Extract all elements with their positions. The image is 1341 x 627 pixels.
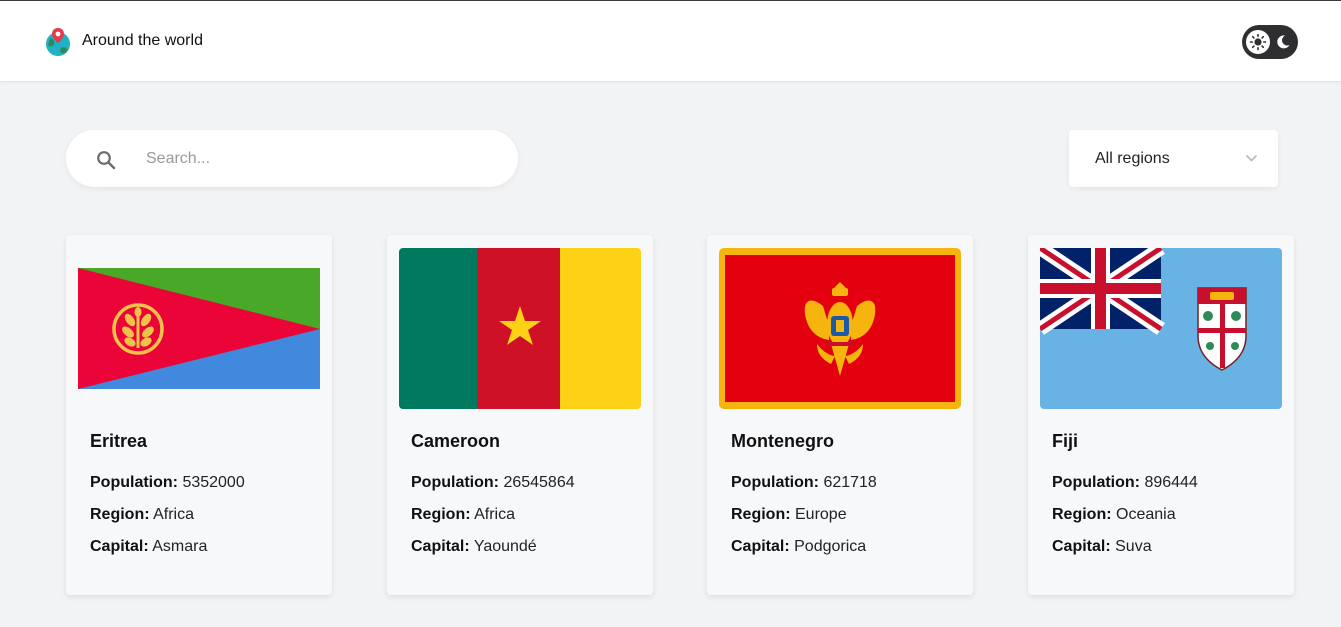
capital-value: Asmara — [152, 538, 208, 555]
capital-label: Capital: — [731, 538, 790, 555]
capital-label: Capital: — [1052, 538, 1111, 555]
country-card[interactable]: Cameroon Population: 26545864 Region: Af… — [387, 235, 653, 595]
country-name: Fiji — [1052, 431, 1078, 451]
country-card[interactable]: Montenegro Population: 621718 Region: Eu… — [707, 235, 973, 595]
moon-icon — [1277, 35, 1290, 49]
region-label: Region: — [90, 506, 150, 523]
chevron-down-icon — [1245, 154, 1258, 162]
app-header: Around the world — [0, 1, 1341, 82]
region-row: Region: Europe — [731, 506, 847, 524]
population-row: Population: 5352000 — [90, 474, 245, 492]
country-name: Cameroon — [411, 431, 501, 451]
capital-label: Capital: — [411, 538, 470, 555]
region-filter-dropdown[interactable]: All regions — [1069, 130, 1278, 187]
population-value: 26545864 — [503, 474, 575, 491]
flag-montenegro — [719, 248, 961, 409]
population-label: Population: — [1052, 474, 1140, 491]
region-row: Region: Oceania — [1052, 506, 1176, 524]
country-card[interactable]: Fiji Population: 896444 Region: Oceania … — [1028, 235, 1294, 595]
capital-value: Suva — [1115, 538, 1152, 555]
region-row: Region: Africa — [411, 506, 515, 524]
capital-row: Capital: Suva — [1052, 538, 1152, 556]
country-name: Eritrea — [90, 431, 148, 451]
population-label: Population: — [90, 474, 178, 491]
region-value: Europe — [795, 506, 847, 523]
flag-cameroon — [399, 248, 641, 409]
capital-label: Capital: — [90, 538, 149, 555]
search-icon — [97, 151, 116, 170]
sun-icon — [1249, 33, 1267, 51]
population-row: Population: 621718 — [731, 474, 877, 492]
population-label: Population: — [411, 474, 499, 491]
country-card[interactable]: Eritrea Population: 5352000 Region: Afri… — [66, 235, 332, 595]
flag-fiji — [1040, 248, 1282, 409]
globe-pin-logo-icon — [46, 28, 70, 56]
region-value: Africa — [153, 506, 195, 523]
search-input[interactable] — [146, 146, 486, 172]
region-label: Region: — [1052, 506, 1112, 523]
region-row: Region: Africa — [90, 506, 194, 524]
capital-row: Capital: Yaoundé — [411, 538, 537, 556]
capital-row: Capital: Asmara — [90, 538, 207, 556]
population-value: 621718 — [823, 474, 877, 491]
app-title: Around the world — [82, 32, 203, 49]
population-value: 5352000 — [182, 474, 245, 491]
search-box[interactable] — [66, 130, 518, 187]
region-label: Region: — [731, 506, 791, 523]
capital-row: Capital: Podgorica — [731, 538, 866, 556]
region-value: Africa — [474, 506, 516, 523]
region-label: Region: — [411, 506, 471, 523]
region-value: Oceania — [1116, 506, 1176, 523]
population-value: 896444 — [1144, 474, 1198, 491]
population-row: Population: 896444 — [1052, 474, 1198, 492]
flag-eritrea — [78, 248, 320, 409]
capital-value: Podgorica — [794, 538, 867, 555]
capital-value: Yaoundé — [473, 538, 537, 555]
theme-toggle[interactable] — [1242, 25, 1298, 59]
population-label: Population: — [731, 474, 819, 491]
region-filter-selected: All regions — [1095, 150, 1170, 167]
population-row: Population: 26545864 — [411, 474, 575, 492]
country-name: Montenegro — [731, 431, 834, 451]
